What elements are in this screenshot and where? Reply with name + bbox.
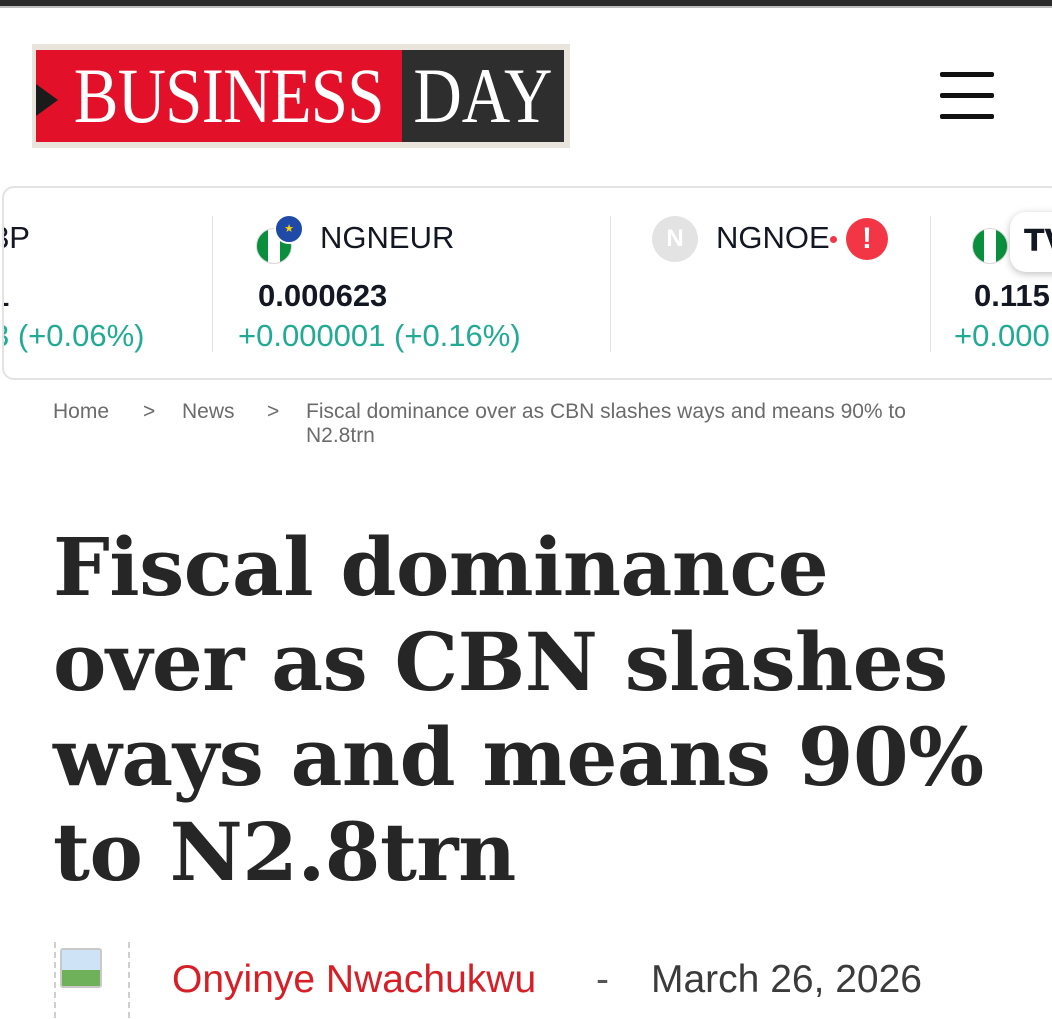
logo-text-day: DAY: [413, 52, 553, 139]
broken-image-icon: [60, 948, 102, 988]
logo-red-block: BUSINESS: [36, 50, 403, 142]
ticker-item[interactable]: 3P 1 3 (+0.06%): [2, 188, 207, 378]
ticker-symbol: 3P: [4, 220, 30, 255]
logo-text-business: BUSINESS: [73, 52, 385, 139]
ticker-item[interactable]: ★ NGNEUR 0.000623 +0.000001 (+0.16%): [224, 188, 604, 378]
hamburger-menu-icon[interactable]: [938, 70, 996, 120]
breadcrumb-news[interactable]: News: [182, 400, 235, 424]
ticker-item[interactable]: N NGNOE !: [624, 188, 924, 378]
author-avatar[interactable]: [54, 942, 130, 1018]
menu-line: [940, 72, 994, 77]
ticker-change: +0.000: [954, 318, 1050, 353]
ticker-tape: 3P 1 3 (+0.06%) ★ NGNEUR 0.000623 +0.000…: [2, 186, 1052, 380]
menu-line: [940, 114, 994, 119]
ticker-value: 0.000623: [258, 278, 388, 313]
breadcrumb-separator: >: [143, 400, 156, 423]
breadcrumb-home[interactable]: Home: [53, 400, 109, 424]
ticker-divider: [930, 216, 931, 352]
nigeria-flag-icon: [972, 228, 1008, 264]
alert-icon: !: [846, 218, 888, 260]
ticker-change: +0.000001 (+0.16%): [238, 318, 521, 353]
top-border: [0, 0, 1052, 8]
tradingview-logo-icon[interactable]: TV: [1010, 212, 1052, 272]
breadcrumb-separator: >: [267, 400, 280, 423]
logo-dark-block: DAY: [402, 50, 564, 142]
ticker-symbol: NGNOE: [716, 220, 830, 255]
ticker-divider: [610, 216, 611, 352]
ticker-value: 0.115: [974, 278, 1050, 313]
author-link[interactable]: Onyinye Nwachukwu: [172, 958, 536, 1002]
ticker-value: 1: [4, 278, 9, 314]
eu-flag-icon: ★: [274, 214, 304, 244]
ticker-divider: [212, 216, 213, 352]
status-dot-icon: [830, 236, 837, 243]
ticker-logo-icon: N: [652, 216, 698, 262]
site-logo[interactable]: BUSINESS DAY: [32, 44, 570, 148]
article-title: Fiscal dominance over as CBN slashes way…: [53, 520, 984, 899]
publish-date: March 26, 2026: [651, 958, 923, 1001]
ticker-symbol: NGNEUR: [320, 220, 455, 255]
ticker-change: 3 (+0.06%): [2, 318, 145, 353]
breadcrumb-current: Fiscal dominance over as CBN slashes way…: [306, 400, 906, 447]
byline-separator: -: [596, 958, 609, 1001]
menu-line: [940, 93, 994, 98]
